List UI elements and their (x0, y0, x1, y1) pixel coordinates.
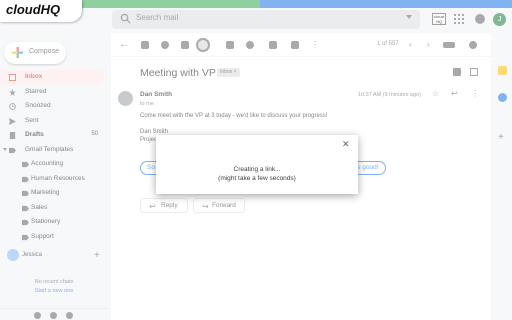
dialog-message: Creating a link... (233, 166, 281, 173)
close-icon[interactable]: ✕ (342, 139, 350, 150)
creating-link-dialog: ✕ Creating a link... (might take a few s… (156, 135, 358, 194)
cloudhq-logo[interactable]: cloudHQ (0, 0, 82, 22)
logo-text: cloudHQ (6, 2, 61, 17)
dialog-submessage: (might take a few seconds) (218, 175, 296, 182)
